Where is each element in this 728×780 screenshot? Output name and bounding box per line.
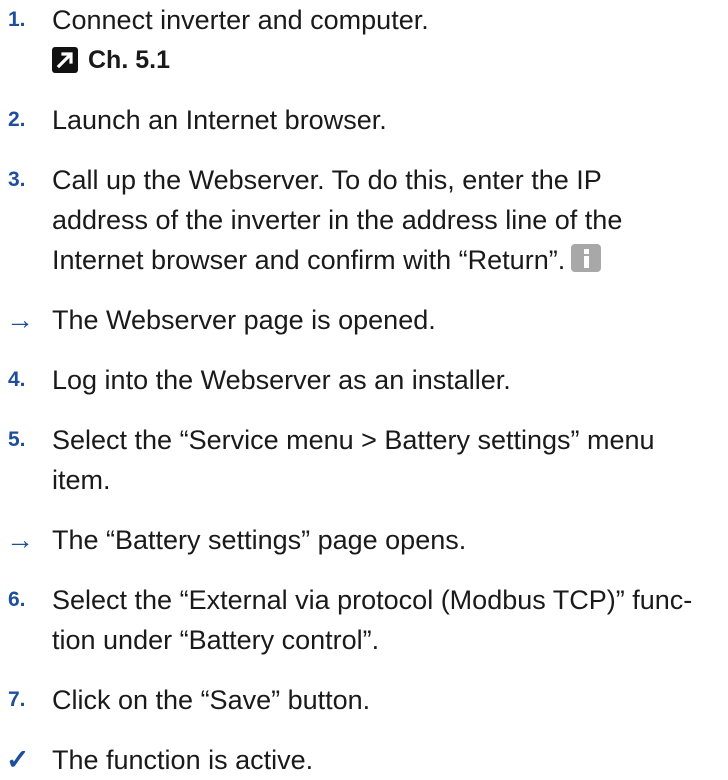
result-text: The Webserver page is opened.	[52, 300, 724, 340]
step-number: 6.	[8, 588, 26, 611]
chapter-reference-link[interactable]: Ch. 5.1	[52, 40, 724, 80]
external-reference-icon	[52, 47, 78, 73]
step-number: 7.	[8, 688, 26, 711]
step-line: Internet browser and confirm with “Retur…	[52, 240, 724, 280]
step-text: Log into the Webserver as an installer.	[52, 360, 724, 400]
chapter-reference-label: Ch. 5.1	[88, 46, 170, 74]
checkmark-icon: ✓	[6, 744, 30, 775]
step-number: 5.	[8, 428, 26, 451]
step-text: Select the “External via protocol (Modbu…	[52, 580, 724, 660]
arrow-icon: →	[6, 304, 34, 335]
step-number: 3.	[8, 168, 26, 191]
step-line: Select the “Service menu > Battery setti…	[52, 425, 655, 455]
step-number: 4.	[8, 368, 26, 391]
step-number: 2.	[8, 108, 26, 131]
result-text: The function is active.	[52, 740, 724, 780]
step-text: Call up the Webserver. To do this, enter…	[52, 160, 724, 280]
step-line: The “Battery settings” page opens.	[52, 525, 467, 555]
step-text: Click on the “Save” button.	[52, 680, 724, 720]
step-line: Select the “External via protocol (Modbu…	[52, 585, 693, 615]
arrow-icon: →	[6, 524, 34, 555]
step-line: Connect inverter and computer.	[52, 5, 429, 35]
result-text: The “Battery settings” page opens.	[52, 520, 724, 560]
info-icon[interactable]	[571, 244, 602, 272]
step-line: Click on the “Save” button.	[52, 685, 371, 715]
step-line: item.	[52, 465, 111, 495]
step-text: Connect inverter and computer. Ch. 5.1	[52, 0, 724, 80]
step-line: Log into the Webserver as an installer.	[52, 365, 511, 395]
step-line: The function is active.	[52, 745, 314, 775]
step-line: Launch an Internet browser.	[52, 105, 387, 135]
step-number: 1.	[8, 8, 26, 31]
step-line: Call up the Webserver. To do this, enter…	[52, 165, 602, 195]
step-line: tion under “Battery control”.	[52, 625, 380, 655]
step-text: Select the “Service menu > Battery setti…	[52, 420, 724, 500]
step-line: The Webserver page is opened.	[52, 305, 436, 335]
step-line-text: Internet browser and confirm with “Retur…	[52, 245, 566, 275]
step-text: Launch an Internet browser.	[52, 100, 724, 140]
step-line: address of the inverter in the address l…	[52, 205, 623, 235]
